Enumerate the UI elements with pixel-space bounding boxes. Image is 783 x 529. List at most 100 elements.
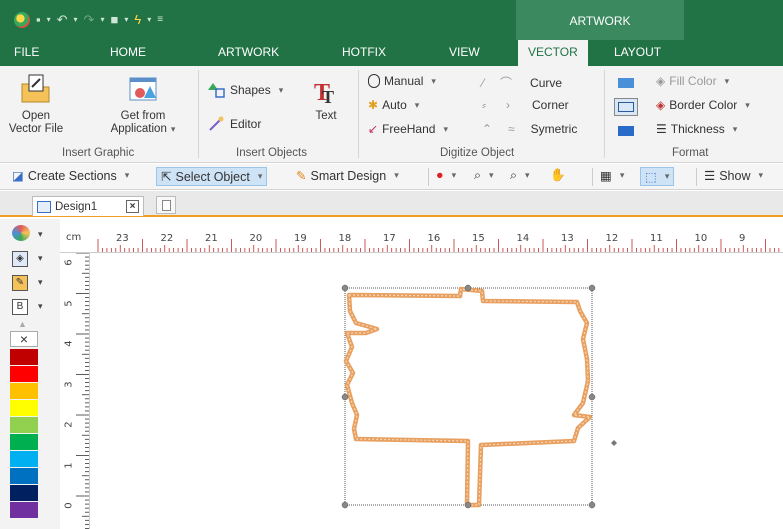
fill-tool-icon[interactable]: ◈ <box>12 251 28 267</box>
editor-button[interactable]: Editor <box>208 116 261 132</box>
lightning-icon[interactable]: ϟ <box>134 13 141 27</box>
fill-color-button[interactable]: ◈ Fill Color ▾ <box>656 74 729 88</box>
handle-middle-right[interactable] <box>588 393 596 401</box>
pen-tool-icon[interactable]: ✎ <box>12 275 28 291</box>
tab-vector[interactable]: VECTOR <box>518 40 588 66</box>
text-button[interactable]: T T Text <box>306 76 346 123</box>
color-swatch[interactable] <box>10 451 38 467</box>
grid-button[interactable]: ▦ ▾ <box>600 168 624 183</box>
save-icon[interactable]: ▪ <box>36 13 41 27</box>
tab-layout[interactable]: LAYOUT <box>614 45 661 59</box>
color-swatch[interactable] <box>10 400 38 416</box>
contextual-group-label: ARTWORK <box>569 14 631 28</box>
rotation-center-marker[interactable] <box>611 440 617 446</box>
color-swatch[interactable] <box>10 502 38 518</box>
dropdown-icon[interactable]: ▾ <box>147 13 151 27</box>
dropdown-icon[interactable]: ▾ <box>100 13 104 27</box>
zoom-page-button[interactable]: ⌕ ▾ <box>474 168 494 183</box>
color-swatch[interactable] <box>10 366 38 382</box>
smart-design-button[interactable]: ✎ Smart Design ▾ <box>296 168 399 184</box>
ribbon-tabs: FILE HOME ARTWORK HOTFIX VIEW VECTOR LAY… <box>0 40 783 66</box>
handle-middle-left[interactable] <box>341 393 349 401</box>
dropdown-arrow-icon[interactable]: ▾ <box>38 229 43 240</box>
briefcase-icon[interactable]: ■ <box>110 13 118 27</box>
ruler-label: 22 <box>160 233 174 244</box>
handle-top-right[interactable] <box>588 284 596 292</box>
ruler-label: 3 <box>63 380 75 388</box>
horizontal-ruler: cm 232221201918171615141312111098 <box>60 219 783 253</box>
new-tab-button[interactable] <box>156 196 176 214</box>
tab-file[interactable]: FILE <box>14 45 39 59</box>
handle-bottom-left[interactable] <box>341 501 349 509</box>
open-vector-file-button[interactable]: Open Vector File <box>6 72 66 136</box>
tab-home[interactable]: HOME <box>110 45 146 59</box>
color-swatch[interactable] <box>10 417 38 433</box>
dropdown-icon[interactable]: ▾ <box>124 13 128 27</box>
text-label: Text <box>315 110 337 122</box>
color-swatch[interactable] <box>10 349 38 365</box>
auto-label: Auto <box>382 98 407 112</box>
border-swatch-icon[interactable] <box>614 98 638 116</box>
corner-button[interactable]: ⸗ › Corner <box>482 98 569 112</box>
no-color-swatch[interactable]: × <box>10 331 38 347</box>
dropdown-arrow-icon[interactable]: ▾ <box>38 253 43 264</box>
redo-icon[interactable]: ↷ <box>84 13 95 27</box>
dropdown-arrow-icon: ▾ <box>745 99 750 110</box>
color-swatch[interactable] <box>10 383 38 399</box>
document-tab[interactable]: Design1 × <box>32 196 144 216</box>
open-folder-icon <box>21 74 50 103</box>
curve-button[interactable]: ⁄ ⌒ Curve <box>482 74 562 91</box>
dropdown-arrow-icon[interactable]: ▾ <box>38 277 43 288</box>
freehand-digitize-button[interactable]: ↙ FreeHand ▾ <box>368 122 448 136</box>
tab-hotfix[interactable]: HOTFIX <box>342 45 386 59</box>
vertical-ruler: 6 5 4 3 2 1 0 <box>60 253 90 529</box>
show-button[interactable]: ☰ Show ▾ <box>704 168 763 184</box>
design-canvas[interactable] <box>90 253 783 529</box>
get-from-application-button[interactable]: Get from Application ▾ <box>100 72 186 136</box>
color-swatch[interactable] <box>10 485 38 501</box>
zoom-fit-button[interactable]: ⌕ ▾ <box>510 168 530 183</box>
border-color-button[interactable]: ◈ Border Color ▾ <box>656 98 750 112</box>
get-label-2: Application <box>110 123 167 135</box>
dropdown-arrow-icon: ▾ <box>414 99 420 110</box>
handle-top-center[interactable] <box>464 284 472 292</box>
dropdown-icon[interactable]: ▾ <box>47 13 51 27</box>
design-toolbar: ◪ Create Sections ▾ ⇱ Select Object ▾ ✎ … <box>0 164 783 190</box>
pan-button[interactable]: ✋ <box>550 168 566 183</box>
application-image-icon <box>129 77 157 101</box>
shapes-button[interactable]: Shapes ▾ <box>208 82 283 98</box>
stitch-point-button[interactable]: ● ▾ <box>436 168 456 182</box>
tab-artwork[interactable]: ARTWORK <box>218 45 279 59</box>
dropdown-arrow-icon: ▾ <box>732 123 738 134</box>
color-swatch[interactable] <box>10 468 38 484</box>
close-tab-icon[interactable]: × <box>126 200 139 213</box>
create-sections-button[interactable]: ◪ Create Sections ▾ <box>12 168 129 184</box>
fill-swatch-icon[interactable] <box>618 78 634 88</box>
border-tool-button[interactable]: B <box>12 299 28 315</box>
dropdown-arrow-icon[interactable]: ▾ <box>38 301 43 312</box>
scroll-up-icon[interactable]: ▲ <box>18 319 27 329</box>
create-sections-icon: ◪ <box>12 169 24 183</box>
dropdown-arrow-icon: ▾ <box>170 124 176 134</box>
palette-icon[interactable] <box>12 225 30 241</box>
zoom-select-button[interactable]: ⬚ ▾ <box>640 167 675 186</box>
thickness-button[interactable]: ☰ Thickness ▾ <box>656 122 737 136</box>
handle-top-left[interactable] <box>341 284 349 292</box>
zoom-page-icon: ⌕ <box>474 168 482 182</box>
handle-bottom-center[interactable] <box>464 501 472 509</box>
color-palette-panel: ▾ ◈ ▾ ✎ ▾ B ▾ ▲ × <box>0 219 60 529</box>
dropdown-icon[interactable]: ▾ <box>74 13 78 27</box>
handle-bottom-right[interactable] <box>588 501 596 509</box>
undo-icon[interactable]: ↶ <box>57 13 68 27</box>
ruler-label: 19 <box>294 233 307 244</box>
shapes-icon <box>208 83 225 98</box>
symetric-button[interactable]: ⌃ ≈ Symetric <box>482 122 577 136</box>
color-swatch[interactable] <box>10 434 38 450</box>
customize-qat-icon[interactable]: ≡ <box>157 13 163 27</box>
auto-digitize-button[interactable]: ✱ Auto ▾ <box>368 98 419 112</box>
tab-view[interactable]: VIEW <box>449 45 480 59</box>
document-tab-label: Design1 <box>55 200 98 213</box>
thickness-swatch-icon[interactable] <box>618 126 634 136</box>
select-object-button[interactable]: ⇱ Select Object ▾ <box>156 167 268 186</box>
manual-digitize-button[interactable]: Manual ▾ <box>368 74 436 88</box>
